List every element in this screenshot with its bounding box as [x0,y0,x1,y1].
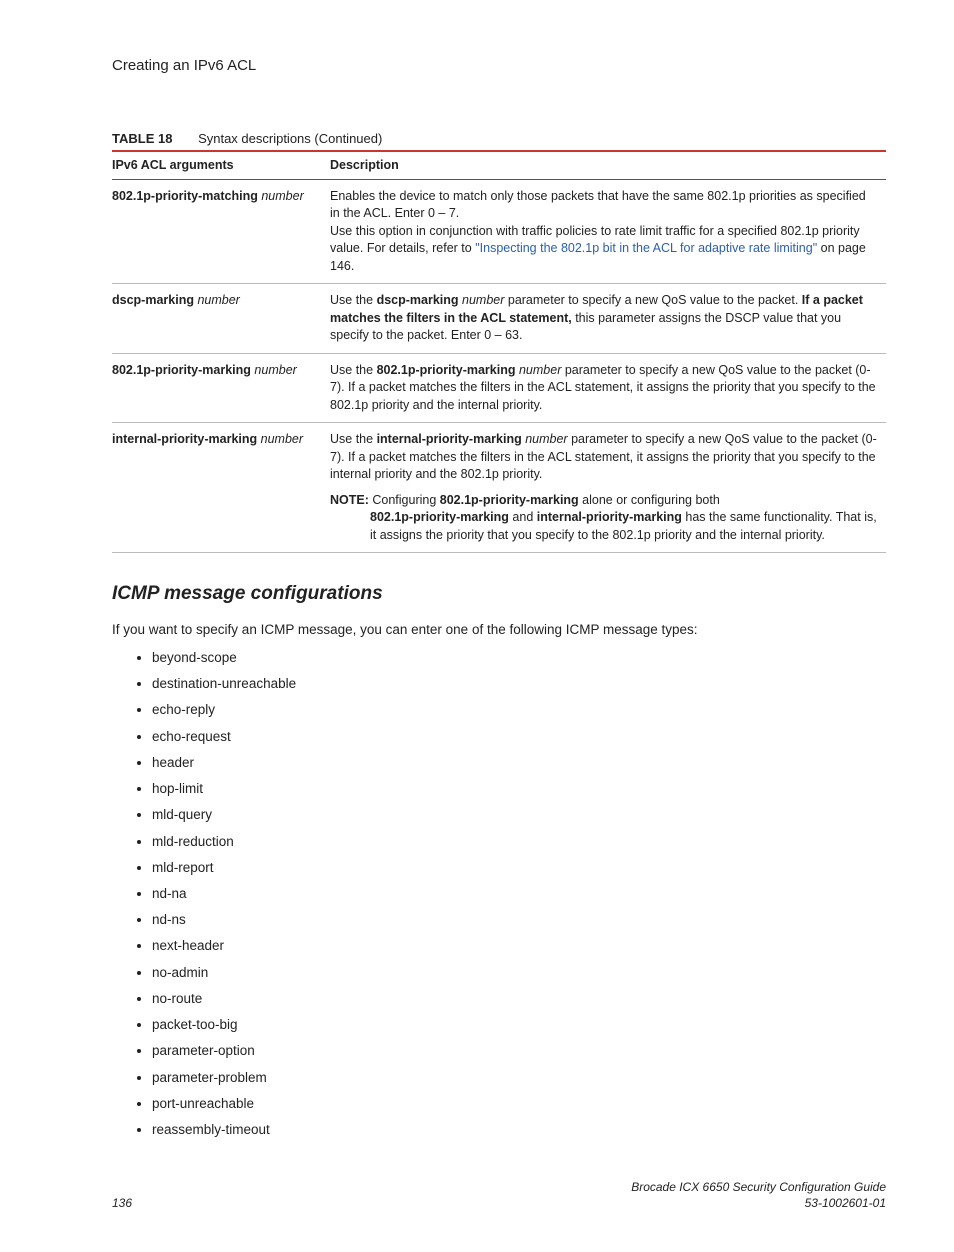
icmp-list: beyond-scope destination-unreachable ech… [112,649,886,1139]
list-item: mld-query [152,806,886,824]
table-header-description: Description [330,151,886,179]
arg-keyword: 802.1p-priority-matching [112,189,258,203]
list-item: hop-limit [152,780,886,798]
arg-param: number [254,363,296,377]
list-item: echo-request [152,728,886,746]
desc-paragraph: Enables the device to match only those p… [330,188,878,223]
doc-number: 53-1002601-01 [631,1195,886,1211]
arg-param: number [197,293,239,307]
list-item: next-header [152,937,886,955]
list-item: echo-reply [152,701,886,719]
arg-param: number [261,432,303,446]
arg-keyword: dscp-marking [112,293,194,307]
table-header-arguments: IPv6 ACL arguments [112,151,330,179]
page-header-title: Creating an IPv6 ACL [112,56,886,76]
desc-paragraph: Use this option in conjunction with traf… [330,223,878,276]
list-item: reassembly-timeout [152,1121,886,1139]
table-caption-text: Syntax descriptions (Continued) [198,131,382,146]
cross-reference-link[interactable]: "Inspecting the 802.1p bit in the ACL fo… [475,241,817,255]
list-item: no-route [152,990,886,1008]
list-item: mld-reduction [152,833,886,851]
arg-keyword: 802.1p-priority-marking [112,363,251,377]
table-label: TABLE 18 [112,131,172,146]
table-row: internal-priority-marking number Use the… [112,423,886,553]
section-intro: If you want to specify an ICMP message, … [112,621,886,639]
table-row: dscp-marking number Use the dscp-marking… [112,284,886,354]
note-block: NOTE: Configuring 802.1p-priority-markin… [330,492,878,545]
desc-keyword: internal-priority-marking [377,432,522,446]
table-row: 802.1p-priority-marking number Use the 8… [112,353,886,423]
doc-title: Brocade ICX 6650 Security Configuration … [631,1179,886,1195]
note-label: NOTE: [330,493,369,507]
list-item: nd-na [152,885,886,903]
desc-keyword: 802.1p-priority-marking [377,363,516,377]
page-number: 136 [112,1195,132,1211]
desc-keyword: dscp-marking [377,293,459,307]
list-item: no-admin [152,964,886,982]
list-item: header [152,754,886,772]
list-item: packet-too-big [152,1016,886,1034]
list-item: beyond-scope [152,649,886,667]
list-item: destination-unreachable [152,675,886,693]
list-item: parameter-option [152,1042,886,1060]
section-heading: ICMP message configurations [112,581,886,607]
page-footer: 136 Brocade ICX 6650 Security Configurat… [112,1179,886,1211]
list-item: nd-ns [152,911,886,929]
syntax-table: IPv6 ACL arguments Description 802.1p-pr… [112,150,886,553]
arg-param: number [261,189,303,203]
arg-keyword: internal-priority-marking [112,432,257,446]
table-caption: TABLE 18 Syntax descriptions (Continued) [112,130,886,148]
table-row: 802.1p-priority-matching number Enables … [112,179,886,284]
list-item: parameter-problem [152,1069,886,1087]
list-item: port-unreachable [152,1095,886,1113]
list-item: mld-report [152,859,886,877]
